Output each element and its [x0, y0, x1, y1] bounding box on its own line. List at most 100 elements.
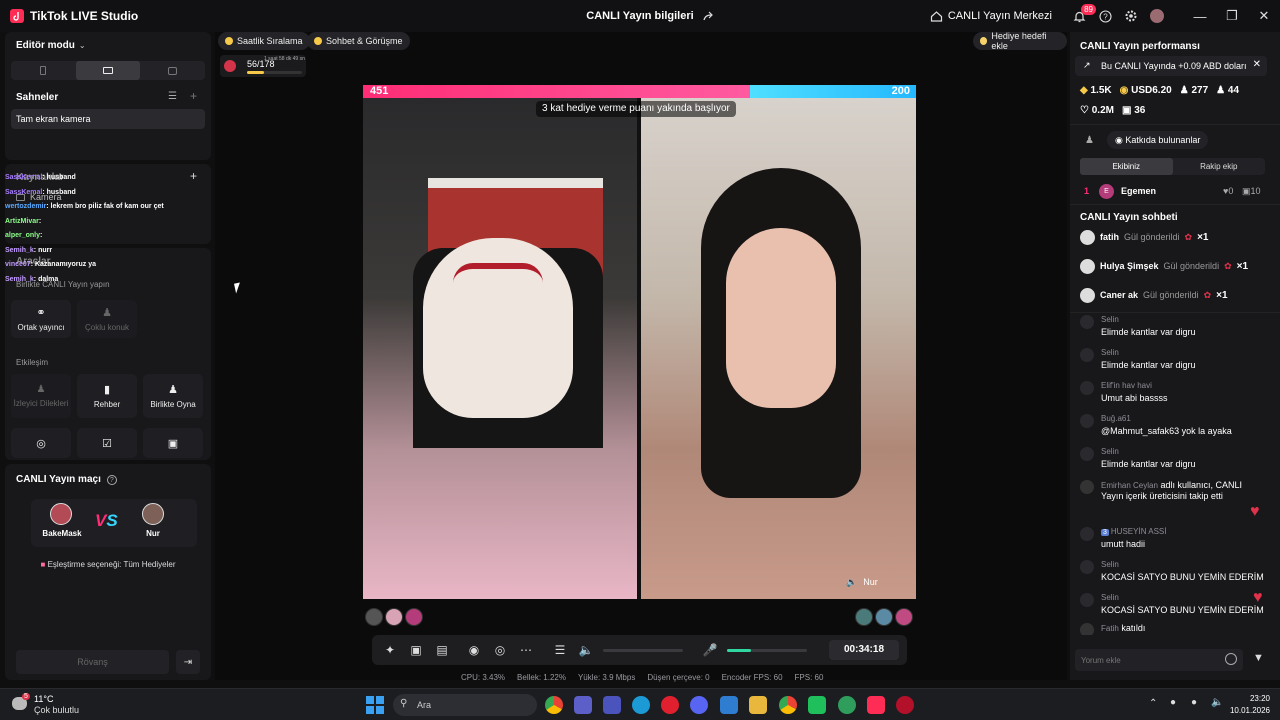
edge-app-icon[interactable]: [632, 696, 650, 714]
avatar[interactable]: [875, 608, 893, 626]
avatar[interactable]: [1080, 623, 1094, 635]
layout-button[interactable]: ▤: [429, 637, 455, 663]
avatar[interactable]: [1080, 381, 1094, 395]
avatar[interactable]: [365, 608, 383, 626]
teams-app-icon[interactable]: [574, 696, 592, 714]
landscape-layout-button[interactable]: [75, 61, 141, 80]
settings-button[interactable]: [1118, 3, 1144, 29]
taskbar-search[interactable]: ⚲ Ara: [393, 694, 537, 716]
add-scene-icon[interactable]: +: [190, 89, 197, 103]
avatar[interactable]: [1080, 560, 1094, 574]
portrait-layout-button[interactable]: [11, 61, 76, 80]
teams-alt-app-icon[interactable]: [603, 696, 621, 714]
guide-tool[interactable]: ▮ Rehber: [77, 374, 137, 418]
poll-tool[interactable]: ◎: [11, 428, 71, 458]
contributors-button[interactable]: ◉ Katkıda bulunanlar: [1107, 131, 1209, 149]
matching-option[interactable]: ■ Eşleştirme seçeneği: Tüm Hediyeler: [5, 560, 211, 569]
add-source-icon[interactable]: +: [190, 169, 197, 183]
heart-icon: ♥: [1250, 503, 1260, 520]
avatar[interactable]: [385, 608, 403, 626]
mail-app-icon[interactable]: [720, 696, 738, 714]
avatar[interactable]: [1080, 229, 1095, 245]
scene-item[interactable]: Tam ekran kamera: [11, 109, 205, 129]
avatar[interactable]: [1080, 258, 1095, 274]
maximize-button[interactable]: ❐: [1216, 0, 1248, 32]
avatar[interactable]: [1080, 348, 1094, 362]
checklist-tool[interactable]: ☑: [77, 428, 137, 458]
microphone-button[interactable]: 🎤: [697, 637, 723, 663]
muted-icon[interactable]: 🔈: [846, 577, 857, 588]
chat-message-list[interactable]: Selin Elimde kantlar var digru Selin Elimde…: [1080, 315, 1275, 635]
opera-app-icon[interactable]: [661, 696, 679, 714]
more-button[interactable]: ⋯: [513, 637, 539, 663]
record-button[interactable]: ◉: [461, 637, 487, 663]
help-button[interactable]: ?: [1092, 3, 1118, 29]
emoji-icon[interactable]: [1225, 653, 1237, 665]
cohost-tool[interactable]: ⚭ Ortak yayıncı: [11, 300, 71, 338]
close-icon[interactable]: ✕: [1253, 59, 1261, 70]
play-together-tool[interactable]: ♟ Birlikte Oyna: [143, 374, 203, 418]
clock[interactable]: 23:20 10.01.2026: [1222, 693, 1270, 717]
exit-match-button[interactable]: ⇥: [176, 650, 200, 674]
screen-share-button[interactable]: ▣: [403, 637, 429, 663]
gift-goal-pill[interactable]: Hediye hedefi ekle: [973, 31, 1067, 51]
avatar[interactable]: [1080, 414, 1094, 428]
profile-avatar[interactable]: [1144, 3, 1170, 29]
minimize-button[interactable]: —: [1184, 0, 1216, 32]
viewer-requests-tool[interactable]: ♟ İzleyici Dilekleri: [11, 374, 71, 418]
tab-rival-team[interactable]: Rakip ekip: [1173, 158, 1266, 175]
avatar[interactable]: [1080, 480, 1094, 494]
gift-progress-widget[interactable]: 56/178 1 saat 58 dk 49 sn: [220, 55, 306, 77]
avatar[interactable]: [405, 608, 423, 626]
speaker-button[interactable]: 🔈: [573, 637, 599, 663]
audio-mixer-button[interactable]: ☰: [547, 637, 573, 663]
avatar[interactable]: [1080, 315, 1094, 329]
effects-button[interactable]: ✦: [377, 637, 403, 663]
weather-widget[interactable]: 5 11°C Çok bulutlu: [12, 693, 102, 717]
player1-avatar[interactable]: [50, 503, 72, 525]
media-player-app-icon[interactable]: [896, 696, 914, 714]
chevron-up-icon[interactable]: ⌃: [1149, 698, 1157, 709]
tab-your-team[interactable]: Ekibiniz: [1080, 158, 1173, 175]
editor-mode-dropdown[interactable]: Editör modu ⌄: [16, 40, 86, 51]
gift-box-tool[interactable]: ▣: [143, 428, 203, 458]
hourly-ranking-pill[interactable]: Saatlik Sıralama: [218, 32, 310, 50]
live-info-button[interactable]: CANLI Yayın bilgileri: [560, 10, 740, 22]
multiguest-tool[interactable]: ♟ Çoklu konuk: [77, 300, 137, 338]
file-explorer-icon[interactable]: [749, 696, 767, 714]
speaker-volume-slider[interactable]: [603, 648, 683, 652]
list-icon[interactable]: ☰: [168, 91, 177, 102]
close-window-button[interactable]: ✕: [1248, 0, 1280, 32]
comment-field[interactable]: [1081, 652, 1221, 668]
notification-button[interactable]: 89: [1066, 3, 1096, 29]
invite-icon[interactable]: ♟: [1085, 135, 1094, 146]
filter-icon[interactable]: ▼: [1253, 652, 1264, 664]
whatsapp-app-icon[interactable]: [808, 696, 826, 714]
discord-app-icon[interactable]: [690, 696, 708, 714]
mic-level-meter[interactable]: [727, 648, 807, 652]
help-circle-icon[interactable]: ?: [106, 474, 117, 485]
chrome-app-icon[interactable]: [545, 696, 563, 714]
player2-avatar[interactable]: [142, 503, 164, 525]
avatar[interactable]: [855, 608, 873, 626]
avatar[interactable]: [1080, 593, 1094, 607]
comment-input[interactable]: [1075, 649, 1243, 671]
avatar[interactable]: [1080, 447, 1094, 461]
avatar[interactable]: [1080, 527, 1094, 541]
microphone-tray-icon[interactable]: ●: [1170, 697, 1176, 708]
avatar[interactable]: [1080, 287, 1095, 303]
rematch-button[interactable]: Rövanş: [16, 650, 169, 674]
start-button[interactable]: [366, 696, 384, 714]
chat-call-pill[interactable]: Sohbet & Görüşme: [307, 32, 410, 50]
wifi-icon[interactable]: ●: [1191, 697, 1197, 708]
camera-settings-button[interactable]: ◎: [487, 637, 513, 663]
chrome-profile-app-icon[interactable]: [779, 696, 797, 714]
avatar[interactable]: [895, 608, 913, 626]
tiktok-live-app-icon[interactable]: [867, 696, 885, 714]
contributor-row[interactable]: 1 E Egemen ♥0 ▣10: [1080, 184, 1265, 200]
editor-panel: Editör modu ⌄ Sahneler ☰ + Tam ekran kam…: [5, 32, 211, 160]
dual-layout-button[interactable]: [140, 61, 205, 80]
requests-icon: ♟: [36, 384, 46, 395]
live-hub-button[interactable]: CANLI Yayın Merkezi: [930, 10, 1052, 23]
chrome-dev-app-icon[interactable]: [838, 696, 856, 714]
